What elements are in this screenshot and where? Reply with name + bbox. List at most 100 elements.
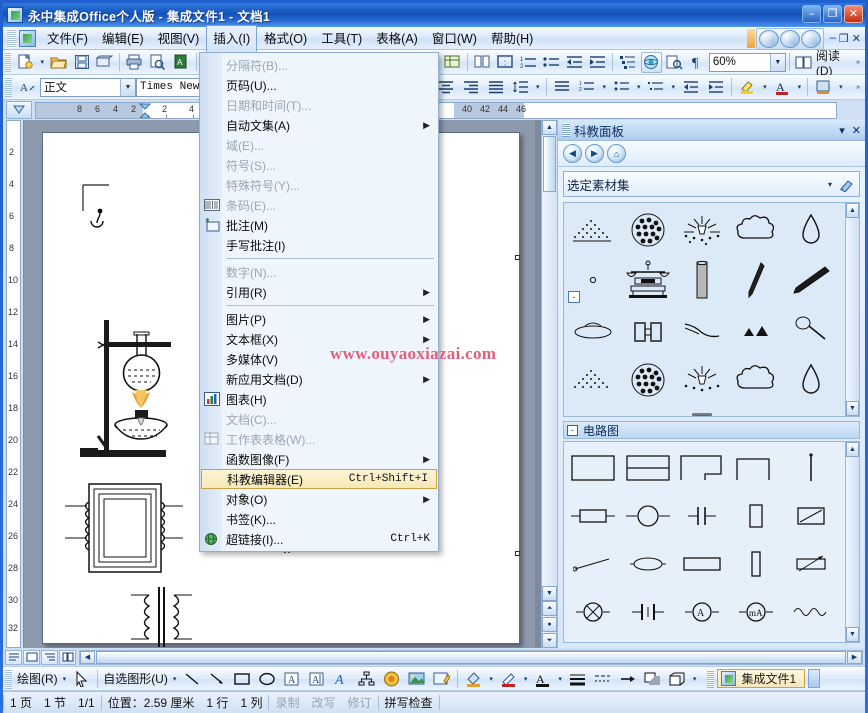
circuit-scrollbar[interactable]: ▲ ▼: [845, 442, 859, 642]
font-color-caret-icon[interactable]: ▾: [795, 83, 805, 91]
diagram-icon[interactable]: [355, 668, 378, 689]
shading-caret-icon[interactable]: ▾: [836, 83, 846, 91]
panel-forward-icon[interactable]: ▶: [585, 144, 604, 163]
gallery-item-molecule-ball-icon[interactable]: [620, 205, 674, 255]
shadow-icon[interactable]: [641, 668, 664, 689]
selection-handle[interactable]: [515, 551, 520, 556]
circuit-item-meter-m-icon[interactable]: M: [675, 636, 729, 642]
autoshapes-caret-icon[interactable]: ▾: [170, 675, 180, 683]
reading-view-label[interactable]: 阅读(D): [816, 47, 853, 78]
gallery-item-hammer-icon[interactable]: [784, 405, 838, 416]
circuit-item-ammeter-icon[interactable]: mA: [729, 588, 783, 636]
gallery-item-spoon-icon[interactable]: [729, 405, 783, 416]
menu-insert-picture[interactable]: 图片(P) ▶: [200, 309, 438, 329]
draw-menu-label[interactable]: 绘图(R): [15, 670, 60, 687]
panel-back-icon[interactable]: ◀: [563, 144, 582, 163]
menu-insert-chart[interactable]: 图表(H): [200, 389, 438, 409]
module-spreadsheet-icon[interactable]: [779, 29, 800, 48]
style-icon[interactable]: A: [16, 77, 39, 98]
menu-insert-new-app-document[interactable]: 新应用文档(D) ▶: [200, 369, 438, 389]
gallery-item-balance-scale-icon[interactable]: [620, 255, 674, 305]
menu-insert-handwriting-comment[interactable]: 手写批注(I): [200, 235, 438, 255]
tab-stop-selector[interactable]: [6, 101, 32, 119]
status-overwrite[interactable]: 改写: [305, 694, 341, 711]
hscroll-right-button[interactable]: ▶: [847, 650, 862, 664]
align-right-icon[interactable]: [459, 77, 482, 98]
minimize-button[interactable]: –: [802, 5, 821, 23]
close-button[interactable]: ✕: [844, 5, 863, 23]
brush-icon[interactable]: [836, 174, 856, 194]
scroll-up-button[interactable]: ▲: [542, 120, 557, 135]
panel-home-icon[interactable]: ⌂: [607, 144, 626, 163]
drawbar-overflow-icon[interactable]: ▾: [690, 675, 700, 683]
multilevel-list-icon[interactable]: [645, 77, 668, 98]
line-color-caret-icon[interactable]: ▾: [521, 675, 531, 683]
print-preview-icon[interactable]: [147, 52, 168, 73]
circuit-scroll-down-button[interactable]: ▼: [846, 627, 859, 642]
menu-insert-symbol[interactable]: 符号(S)...: [200, 155, 438, 175]
gallery-item-burner-icon[interactable]: [620, 405, 674, 416]
show-formatting-marks-icon[interactable]: ¶: [687, 52, 708, 73]
doc-close-button[interactable]: ✕: [852, 32, 861, 45]
edit-picture-icon[interactable]: [430, 668, 453, 689]
gallery-item-sand-pile-icon[interactable]: [566, 355, 620, 405]
gallery-item-binoculars-icon[interactable]: [620, 305, 674, 355]
gallery-item-cloud-icon[interactable]: [729, 205, 783, 255]
menu-insert-date-time[interactable]: 日期和时间(T)...: [200, 95, 438, 115]
circuit-item-ammeter-round-icon[interactable]: [620, 492, 674, 540]
picture-icon[interactable]: [405, 668, 428, 689]
circuit-item-rect-icon[interactable]: [675, 540, 729, 588]
save-icon[interactable]: [71, 52, 92, 73]
paragraph-numbering-icon[interactable]: 12: [518, 52, 539, 73]
fill-color-icon[interactable]: [462, 668, 485, 689]
select-arrow-icon[interactable]: [70, 668, 93, 689]
gallery-item-dish-icon[interactable]: [566, 305, 620, 355]
material-set-selector[interactable]: 选定素材集 ▾: [563, 171, 860, 197]
scroll-thumb[interactable]: [543, 136, 556, 192]
scroll-down-button[interactable]: ▼: [542, 586, 557, 601]
gallery-item-sand-pile-icon[interactable]: [566, 205, 620, 255]
circuit-item-variable-resistor-icon[interactable]: [729, 492, 783, 540]
line-color-icon[interactable]: [497, 668, 520, 689]
line-spacing-icon[interactable]: [509, 77, 532, 98]
menu-insert-reference[interactable]: 引用(R) ▶: [200, 282, 438, 302]
material-gallery[interactable]: ▲ ▼ -: [563, 202, 860, 417]
gallery-item-pen-tool-icon[interactable]: [729, 255, 783, 305]
circuit-gallery[interactable]: A mA V mV M G: [563, 441, 860, 643]
hscroll-left-button[interactable]: ◀: [80, 650, 95, 664]
paragraph-style-combo[interactable]: 正文 ▼: [40, 77, 136, 97]
line-icon[interactable]: [180, 668, 203, 689]
menu-insert-autotext[interactable]: 自动文集(A) ▶: [200, 115, 438, 135]
autoshapes-label[interactable]: 自选图形(U): [101, 670, 170, 687]
indent-decrease-icon[interactable]: [564, 52, 585, 73]
textbox-icon[interactable]: A: [280, 668, 303, 689]
arrow-icon[interactable]: [205, 668, 228, 689]
gallery-item-water-drop-icon[interactable]: [784, 205, 838, 255]
circuit-item-voltmeter-v-icon[interactable]: V: [566, 636, 620, 642]
menu-insert-multimedia[interactable]: 多媒体(V): [200, 349, 438, 369]
menu-gripper[interactable]: [7, 28, 16, 48]
gallery-scrollb ar[interactable]: ▲ ▼: [845, 203, 859, 416]
toolbar-gripper[interactable]: [5, 668, 12, 689]
circuit-item-lamp-cross-icon[interactable]: [566, 588, 620, 636]
module-word-icon[interactable]: [758, 29, 779, 48]
menu-insert-hyperlink[interactable]: 超链接(I)... Ctrl+K: [200, 529, 438, 549]
panel-close-icon[interactable]: ✕: [852, 124, 861, 137]
circuit-item-battery-icon[interactable]: [620, 588, 674, 636]
status-record[interactable]: 录制: [269, 694, 305, 711]
circuit-item-galvanometer-icon[interactable]: G: [729, 636, 783, 642]
rectangle-icon[interactable]: [230, 668, 253, 689]
circuit-item-wire-box-icon[interactable]: [566, 444, 620, 492]
gallery-item-tweezers-icon[interactable]: [675, 305, 729, 355]
vertical-textbox-icon[interactable]: A: [305, 668, 328, 689]
insert-sheet-icon[interactable]: [442, 52, 463, 73]
arrow-style-icon[interactable]: [616, 668, 639, 689]
next-page-button[interactable]: ⏷: [542, 633, 557, 648]
circuit-item-slider-icon[interactable]: [784, 636, 838, 642]
3d-icon[interactable]: [666, 668, 689, 689]
menu-insert-textbox[interactable]: 文本框(X) ▶: [200, 329, 438, 349]
gallery-scroll-down-button[interactable]: ▼: [846, 401, 859, 416]
circuit-scroll-up-button[interactable]: ▲: [846, 442, 859, 457]
multilevel-caret-icon[interactable]: ▾: [669, 83, 679, 91]
gallery-item-cloud-icon[interactable]: [729, 355, 783, 405]
